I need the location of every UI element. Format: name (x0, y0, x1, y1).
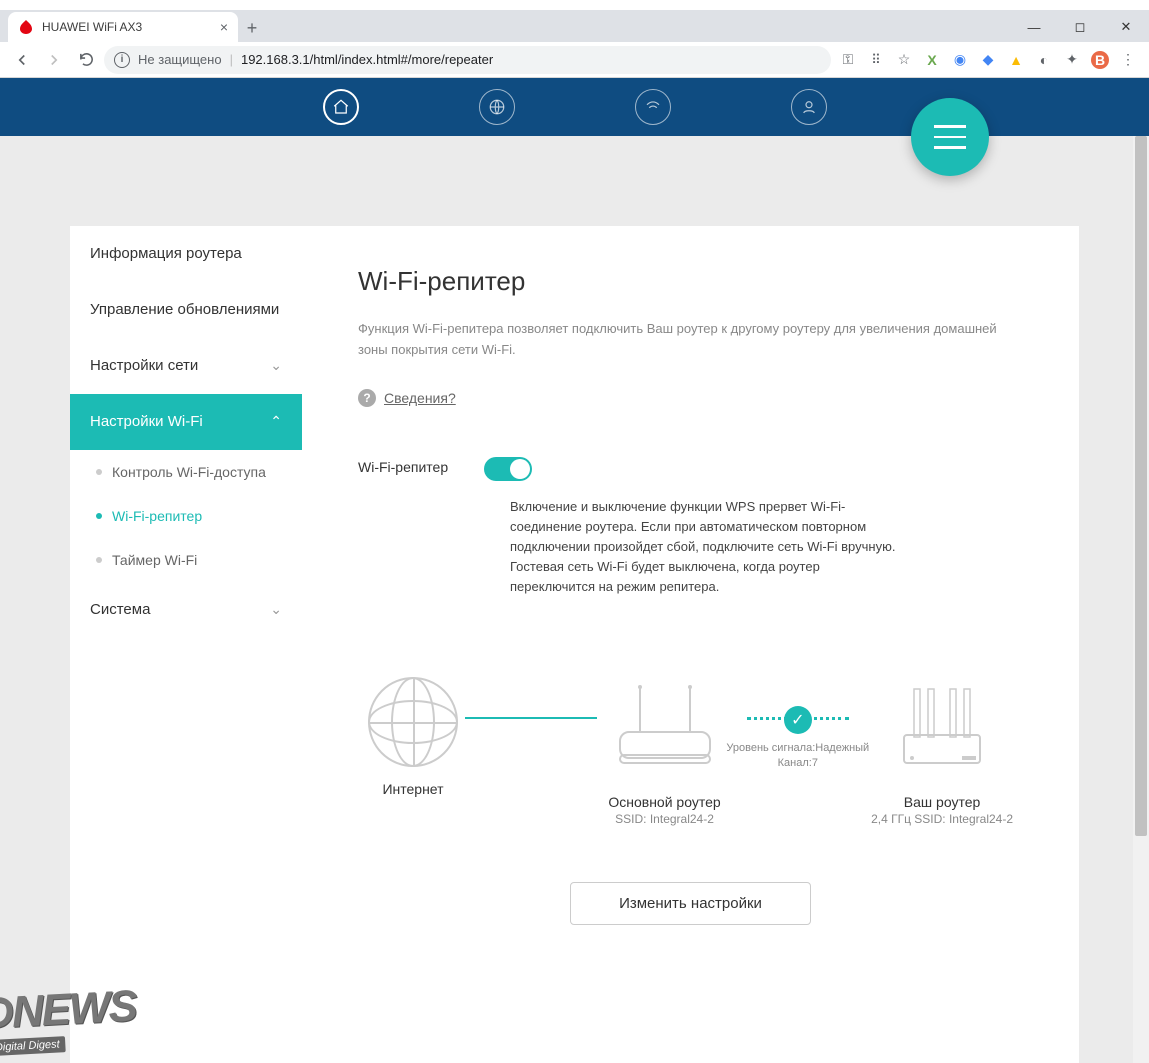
menu-icon[interactable]: ⋮ (1119, 51, 1137, 69)
sidebar-sub-repeater[interactable]: Wi-Fi-репитер (70, 494, 302, 538)
chevron-down-icon: ⌄ (270, 357, 282, 374)
ext-x-icon[interactable]: X (923, 51, 941, 69)
back-button[interactable] (8, 46, 36, 74)
sidebar-item-network[interactable]: Настройки сети⌄ (70, 338, 302, 394)
node-main-router: Основной роутер SSID: Integral24-2 (605, 677, 725, 826)
question-icon: ? (358, 389, 376, 407)
node-your-router: Ваш роутер 2,4 ГГц SSID: Integral24-2 (871, 677, 1013, 826)
close-icon[interactable]: × (220, 19, 228, 35)
globe-icon (368, 677, 458, 767)
huawei-icon (18, 19, 34, 35)
info-icon[interactable]: i (114, 52, 130, 68)
router-icon (882, 677, 1002, 777)
sidebar-item-wifi[interactable]: Настройки Wi-Fi⌃ (70, 394, 302, 450)
shield-icon[interactable]: ◉ (951, 51, 969, 69)
page-description: Функция Wi-Fi-репитера позволяет подключ… (358, 319, 1023, 361)
change-settings-button[interactable]: Изменить настройки (570, 882, 811, 925)
key-icon[interactable]: ⚿ (839, 51, 857, 69)
url-text: 192.168.3.1/html/index.html#/more/repeat… (241, 52, 493, 67)
node-internet: Интернет (368, 677, 458, 797)
check-icon: ✓ (784, 706, 812, 734)
new-tab-button[interactable]: + (238, 14, 266, 42)
scrollbar[interactable] (1133, 136, 1149, 1063)
window-minimize-button[interactable]: — (1011, 12, 1057, 42)
sidebar-sub-access[interactable]: Контроль Wi-Fi-доступа (70, 450, 302, 494)
browser-toolbar: i Не защищено | 192.168.3.1/html/index.h… (0, 42, 1149, 78)
repeater-toggle-label: Wi-Fi-репитер (358, 457, 448, 475)
toggle-description: Включение и выключение функции WPS прерв… (510, 497, 900, 598)
sidebar-item-router-info[interactable]: Информация роутера (70, 226, 302, 282)
router-icon (605, 677, 725, 777)
not-secure-label: Не защищено (138, 52, 222, 67)
browser-tab[interactable]: HUAWEI WiFi AX3 × (8, 12, 238, 42)
window-maximize-button[interactable]: ◻ (1057, 12, 1103, 42)
main-panel: Wi-Fi-репитер Функция Wi-Fi-репитера поз… (302, 226, 1079, 1063)
link-dotted: ✓ (747, 717, 850, 720)
tab-title: HUAWEI WiFi AX3 (42, 20, 142, 34)
translate-icon[interactable]: ⠿ (867, 51, 885, 69)
sidebar: Информация роутера Управление обновления… (70, 226, 302, 1063)
link-line (465, 717, 597, 719)
router-top-nav (0, 78, 1149, 136)
address-bar[interactable]: i Не защищено | 192.168.3.1/html/index.h… (104, 46, 831, 74)
sidebar-sub-timer[interactable]: Таймер Wi-Fi (70, 538, 302, 582)
nav-user-icon[interactable] (791, 89, 827, 125)
sidebar-item-system[interactable]: Система⌄ (70, 582, 302, 638)
details-link[interactable]: Сведения? (384, 390, 456, 406)
chevron-up-icon: ⌃ (270, 413, 282, 430)
reload-button[interactable] (72, 46, 100, 74)
repeater-toggle[interactable] (484, 457, 532, 481)
forward-button[interactable] (40, 46, 68, 74)
chevron-down-icon: ⌄ (270, 601, 282, 618)
watermark: 3DNEWS Daily Digital Digest (0, 981, 138, 1057)
window-close-button[interactable]: ✕ (1103, 12, 1149, 42)
hamburger-menu[interactable] (911, 98, 989, 176)
signal-info: Уровень сигнала:Надежный Канал:7 (725, 741, 872, 770)
ext-flame-icon[interactable]: ▲ (1007, 51, 1025, 69)
page-title: Wi-Fi-репитер (358, 266, 1023, 297)
profile-avatar[interactable]: В (1091, 51, 1109, 69)
nav-internet-icon[interactable] (479, 89, 515, 125)
star-icon[interactable]: ☆ (895, 51, 913, 69)
sidebar-item-updates[interactable]: Управление обновлениями (70, 282, 302, 338)
topology-diagram: Интернет Основной роутер SSID: Integral2… (358, 677, 1023, 826)
nav-wifi-icon[interactable] (635, 89, 671, 125)
ext-circle-icon[interactable]: ◐ (1035, 51, 1053, 69)
nav-home-icon[interactable] (323, 89, 359, 125)
extensions-icon[interactable]: ✦ (1063, 51, 1081, 69)
scrollbar-thumb[interactable] (1135, 136, 1147, 836)
ext-diamond-icon[interactable]: ◆ (979, 51, 997, 69)
tab-strip: HUAWEI WiFi AX3 × + — ◻ ✕ (0, 10, 1149, 42)
